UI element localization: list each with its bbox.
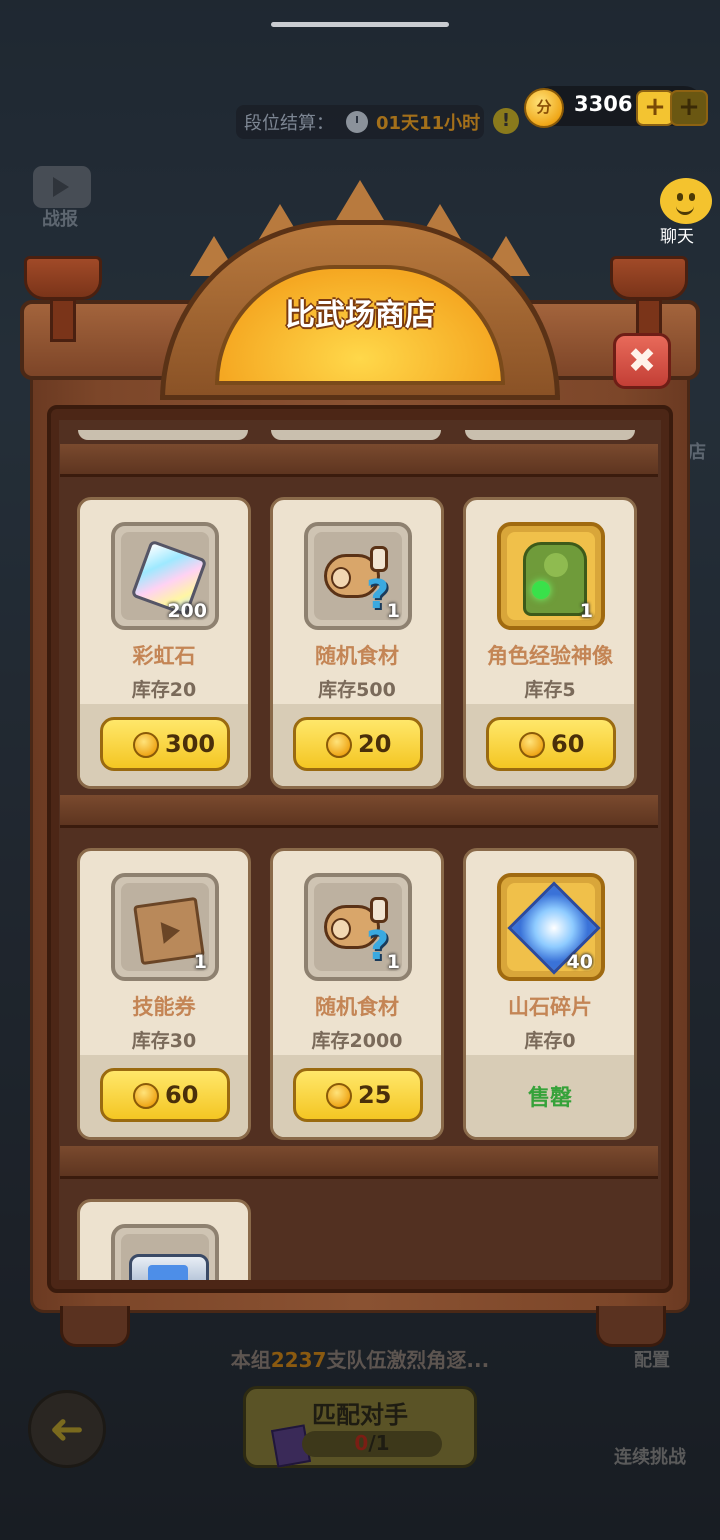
shop-item-card[interactable]: 40 山石碎片 库存0 售罄 <box>463 848 637 1140</box>
item-quantity: 1 <box>579 600 593 622</box>
item-price: 60 <box>551 730 585 758</box>
add-coin-button-shadow: + <box>670 90 708 126</box>
brazier-right <box>606 256 692 342</box>
item-price: 300 <box>165 730 216 758</box>
item-stock: 库存5 <box>524 679 576 701</box>
item-quantity: 1 <box>193 951 207 973</box>
item-name: 随机食材 <box>315 995 399 1019</box>
buy-button[interactable]: 300 <box>100 717 230 771</box>
battle-report-label[interactable]: 战报 <box>42 205 78 231</box>
shop-item-card[interactable]: 1 技能券 库存30 60 <box>77 848 251 1140</box>
config-label[interactable]: 配置 <box>634 1346 670 1372</box>
item-stock: 库存30 <box>131 1030 197 1052</box>
item-stock: 库存0 <box>524 1030 576 1052</box>
shop-item-card[interactable]: ? 1 随机食材 库存2000 25 <box>270 848 444 1140</box>
add-coin-button[interactable]: + <box>636 90 674 126</box>
shelf-3 <box>60 1146 658 1179</box>
match-label: 匹配对手 <box>312 1401 408 1429</box>
continuous-challenge-button[interactable]: 连续挑战 <box>614 1443 686 1469</box>
sold-out-label: 售罄 <box>527 1086 572 1111</box>
group-info-text: 本组2237支队伍激烈角逐... <box>230 1348 490 1372</box>
item-price: 25 <box>358 1081 392 1109</box>
item-quantity: 1 <box>386 600 400 622</box>
close-button[interactable]: ✖ <box>613 333 671 389</box>
arena-coin-icon: 分 <box>524 88 564 128</box>
item-stock: 库存500 <box>318 679 396 701</box>
item-quantity: 1 <box>386 951 400 973</box>
skill-ticket-icon: 1 <box>111 873 219 981</box>
season-settlement-timer: 段位结算： 01天11小时 <box>236 105 484 139</box>
exp-statue-icon: 1 <box>497 522 605 630</box>
season-label: 段位结算： <box>244 113 334 134</box>
item-name: 角色经验神像 <box>487 644 613 668</box>
item-price: 60 <box>165 1081 199 1109</box>
right-side-label-partial-2[interactable]: 店 <box>688 438 706 464</box>
home-indicator <box>271 22 449 27</box>
shelf-1 <box>60 444 658 477</box>
buy-button[interactable]: 60 <box>100 1068 230 1122</box>
buy-button[interactable]: 60 <box>486 717 616 771</box>
clock-icon <box>346 111 368 133</box>
item-name: 技能券 <box>132 995 196 1019</box>
shop-item-card[interactable]: 200 彩虹石 库存20 300 <box>77 497 251 789</box>
item-stock: 库存2000 <box>311 1030 403 1052</box>
arena-coin-icon <box>133 732 159 758</box>
shop-item-card[interactable]: ? 1 随机食材 库存500 20 <box>270 497 444 789</box>
chat-label[interactable]: 聊天 <box>660 222 694 247</box>
shelf-2 <box>60 795 658 828</box>
random-ingredient-icon: ? 1 <box>304 522 412 630</box>
item-name: 彩虹石 <box>132 644 196 668</box>
buy-button[interactable]: 20 <box>293 717 423 771</box>
chat-smiley-icon[interactable] <box>660 178 712 224</box>
warning-icon[interactable]: ! <box>493 108 519 134</box>
shop-item-card[interactable]: 1 角色经验神像 库存5 60 <box>463 497 637 789</box>
item-stock: 库存20 <box>131 679 197 701</box>
shop-title: 比武场商店 <box>285 298 435 333</box>
mountain-stone-shard-icon: 40 <box>497 873 605 981</box>
item-name: 山石碎片 <box>508 995 592 1019</box>
video-icon[interactable] <box>33 166 91 208</box>
cabinet-foot-right <box>596 1306 666 1347</box>
match-opponent-button[interactable]: 匹配对手 0/1 <box>243 1386 477 1468</box>
ticket-count: 0/1 <box>354 1431 390 1455</box>
item-price: 20 <box>358 730 392 758</box>
back-arrow-icon[interactable]: ➜ <box>28 1390 106 1468</box>
coin-amount: 3306 <box>574 92 633 116</box>
brazier-left <box>20 256 106 342</box>
rainbow-stone-icon: 200 <box>111 522 219 630</box>
arena-coin-icon <box>519 732 545 758</box>
buy-button[interactable]: 25 <box>293 1068 423 1122</box>
random-ingredient-icon: ? 1 <box>304 873 412 981</box>
arena-coin-icon <box>326 732 352 758</box>
arena-coin-icon <box>326 1083 352 1109</box>
item-quantity: 40 <box>566 951 593 973</box>
shop-item-card-partial[interactable] <box>77 1199 251 1280</box>
season-time: 01天11小时 <box>376 113 481 134</box>
crystal-chest-icon <box>111 1224 219 1280</box>
cabinet-foot-left <box>60 1306 130 1347</box>
arena-coin-icon <box>133 1083 159 1109</box>
item-quantity: 200 <box>167 600 207 622</box>
item-name: 随机食材 <box>315 644 399 668</box>
